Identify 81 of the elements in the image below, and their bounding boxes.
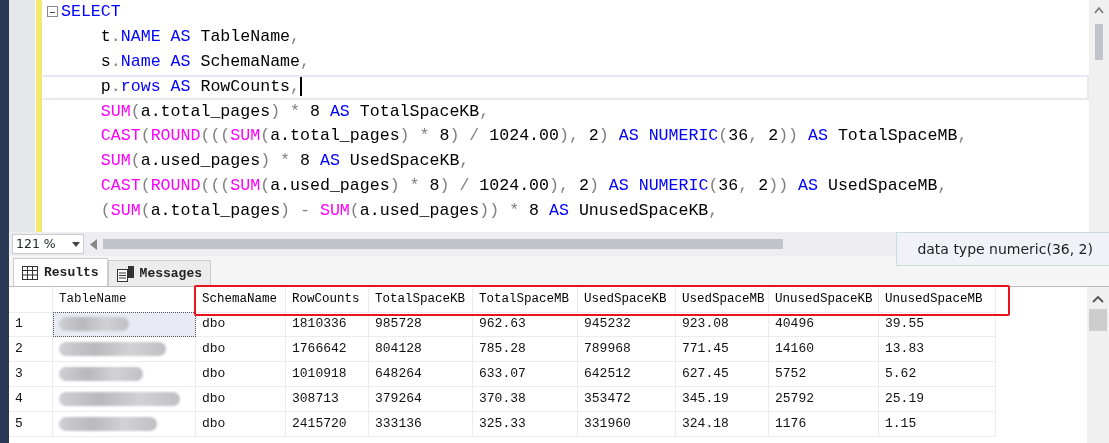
column-header: TotalSpaceMB [473, 287, 578, 313]
scroll-thumb[interactable] [1089, 309, 1107, 331]
selected-cell[interactable] [53, 312, 196, 337]
scroll-left-icon[interactable] [90, 238, 97, 250]
table-cell: 633.07 [473, 362, 578, 387]
tooltip: data type numeric(36, 2) [896, 232, 1109, 266]
table-cell: 923.08 [676, 312, 769, 337]
text-caret [300, 76, 302, 97]
table-cell: dbo [196, 337, 286, 362]
row-number: 3 [9, 362, 53, 387]
table-cell: 648264 [369, 362, 473, 387]
table-cell: dbo [196, 412, 286, 437]
table-cell: 785.28 [473, 337, 578, 362]
code-line: CAST(ROUND(((SUM(a.total_pages) * 8) / 1024.00), 2) AS NUMERIC(36, 2)) AS TotalSpaceMB, [99, 125, 968, 148]
vertical-scrollbar[interactable] [1089, 0, 1109, 232]
table-cell: 2415720 [286, 412, 369, 437]
table-cell: 333136 [369, 412, 473, 437]
table-cell: 642512 [578, 362, 676, 387]
code-line: p.rows AS RowCounts, [99, 75, 301, 98]
column-header: SchemaName [196, 287, 286, 313]
table-cell: 14160 [769, 337, 879, 362]
table-cell: 945232 [578, 312, 676, 337]
grid-corner [9, 287, 53, 313]
column-header: TotalSpaceKB [369, 287, 473, 313]
table-cell: 40496 [769, 312, 879, 337]
blurred-text [59, 317, 129, 331]
code-line: (SUM(a.total_pages) - SUM(a.used_pages)) * 8 AS UnusedSpaceKB, [99, 200, 719, 223]
code-line: SELECT [61, 1, 121, 23]
row-number: 4 [9, 387, 53, 412]
vertical-scrollbar[interactable] [1087, 287, 1109, 443]
zoom-dropdown[interactable]: 121 % [12, 234, 84, 254]
scroll-up-icon[interactable] [1092, 295, 1104, 303]
table-cell: 627.45 [676, 362, 769, 387]
column-header: UsedSpaceMB [676, 287, 769, 313]
grid-icon [22, 265, 38, 280]
row-number: 2 [9, 337, 53, 362]
table-cell: 25.19 [879, 387, 996, 412]
column-header: RowCounts [286, 287, 369, 313]
scroll-thumb[interactable] [1095, 24, 1103, 60]
table-cell: 25792 [769, 387, 879, 412]
table-cell: 1010918 [286, 362, 369, 387]
row-number: 5 [9, 412, 53, 437]
table-cell: 331960 [578, 412, 676, 437]
table-cell: 379264 [369, 387, 473, 412]
table-cell: dbo [196, 362, 286, 387]
table-cell: dbo [196, 387, 286, 412]
code-line: s.Name AS SchemaName, [99, 50, 310, 73]
column-header: UnusedSpaceKB [769, 287, 879, 313]
collapse-icon[interactable] [47, 6, 58, 17]
table-cell: 789968 [578, 337, 676, 362]
table-cell: 324.18 [676, 412, 769, 437]
table-cell: 325.33 [473, 412, 578, 437]
result-tab[interactable]: Results [13, 258, 108, 286]
table-cell: 771.45 [676, 337, 769, 362]
code-line: t.NAME AS TableName, [99, 25, 301, 48]
code-line: CAST(ROUND(((SUM(a.used_pages) * 8) / 1024.00), 2) AS NUMERIC(36, 2)) AS UsedSpaceMB, [99, 175, 948, 198]
table-cell: 962.63 [473, 312, 578, 337]
code-line: SUM(a.used_pages) * 8 AS UsedSpaceKB, [99, 150, 470, 173]
table-cell: 5.62 [879, 362, 996, 387]
scroll-up-icon[interactable] [1094, 6, 1104, 14]
caret-icon [72, 241, 80, 247]
table-cell: 1766642 [286, 337, 369, 362]
table-cell: 13.83 [879, 337, 996, 362]
table-cell: 39.55 [879, 312, 996, 337]
table-cell: 1.15 [879, 412, 996, 437]
document-icon [116, 265, 134, 282]
table-cell: 345.19 [676, 387, 769, 412]
table-cell: 804128 [369, 337, 473, 362]
table-cell: 985728 [369, 312, 473, 337]
table-cell: 308713 [286, 387, 369, 412]
table-cell: dbo [196, 312, 286, 337]
column-header: UnusedSpaceMB [879, 287, 996, 313]
result-tab[interactable]: Messages [107, 260, 212, 286]
table-cell: 5752 [769, 362, 879, 387]
code-line: SUM(a.total_pages) * 8 AS TotalSpaceKB, [99, 100, 490, 123]
scroll-thumb[interactable] [103, 239, 783, 249]
table-cell: 353472 [578, 387, 676, 412]
table-cell: 1810336 [286, 312, 369, 337]
table-cell: 1176 [769, 412, 879, 437]
column-header: UsedSpaceKB [578, 287, 676, 313]
table-cell: 370.38 [473, 387, 578, 412]
